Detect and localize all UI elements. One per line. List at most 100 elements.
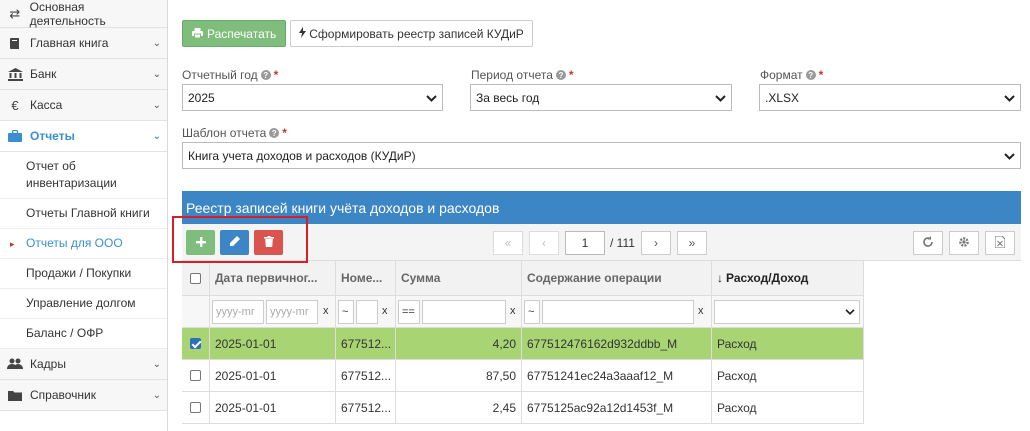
filter-cell-content: ~ x xyxy=(522,296,712,328)
generate-registry-button[interactable]: Сформировать реестр записей КУДиР xyxy=(290,20,533,47)
row-checkbox[interactable] xyxy=(190,402,201,413)
period-select[interactable]: За весь год xyxy=(470,84,732,111)
sidebar-item-reference[interactable]: Справочник ⌄ xyxy=(0,380,167,411)
required-mark: * xyxy=(818,68,824,82)
sum-filter-input[interactable] xyxy=(422,300,506,324)
column-header-type[interactable]: ↓ Расход/Доход xyxy=(712,261,864,296)
column-header-number[interactable]: Номе... xyxy=(336,261,396,296)
chevron-down-icon: ⌄ xyxy=(152,37,161,49)
chevron-down-icon xyxy=(1004,150,1015,164)
sidebar-subitem-debt-management[interactable]: Управление долгом xyxy=(0,289,167,319)
template-select[interactable]: Книга учета доходов и расходов (КУДиР) xyxy=(182,142,1021,169)
sidebar-subitem-llc-reports[interactable]: ▸ Отчеты для ООО xyxy=(0,229,167,259)
clear-filter-icon[interactable]: x xyxy=(382,305,388,317)
date-to-filter[interactable]: yyyy-mr xyxy=(266,300,318,324)
row-checkbox-cell xyxy=(182,328,210,360)
gear-icon xyxy=(958,236,970,251)
column-header-sum[interactable]: Сумма xyxy=(396,261,522,296)
sidebar-item-general-ledger[interactable]: Главная книга ⌄ xyxy=(0,28,167,59)
row-checkbox[interactable] xyxy=(190,338,201,349)
current-marker-icon: ▸ xyxy=(10,239,15,249)
clear-filter-icon[interactable]: x xyxy=(698,305,704,317)
sidebar-item-reports[interactable]: Отчеты ⌄ xyxy=(0,121,167,152)
sidebar-subitem-sales-purchases[interactable]: Продажи / Покупки xyxy=(0,259,167,289)
settings-button[interactable] xyxy=(949,231,979,255)
clear-filter-icon[interactable]: x xyxy=(323,305,329,317)
year-select[interactable]: 2025 xyxy=(182,84,443,111)
prev-page-button[interactable]: ‹ xyxy=(529,231,559,255)
reports-submenu: Отчет об инвентаризации Отчеты Главной к… xyxy=(0,152,167,349)
page-total: / 111 xyxy=(610,236,635,250)
cell-type: Расход xyxy=(712,392,864,424)
format-label: Формат ? * xyxy=(760,68,824,82)
type-filter-select[interactable] xyxy=(714,300,860,324)
sidebar-item-bank[interactable]: Банк ⌄ xyxy=(0,59,167,90)
select-all-checkbox[interactable] xyxy=(190,272,201,284)
folder-icon xyxy=(6,390,24,401)
row-checkbox-cell xyxy=(182,360,210,392)
period-label: Период отчета ? * xyxy=(471,68,574,82)
chevron-down-icon: ⌄ xyxy=(152,68,161,80)
number-filter-input[interactable] xyxy=(356,300,378,324)
cell-date: 2025-01-01 xyxy=(210,392,336,424)
highlight-frame xyxy=(172,216,308,263)
format-select[interactable]: .XLSX xyxy=(759,84,1021,111)
cell-date: 2025-01-01 xyxy=(210,328,336,360)
content-filter-input[interactable] xyxy=(542,300,694,324)
content-filter-operator[interactable]: ~ xyxy=(524,300,540,324)
column-header-content[interactable]: Содержание операции xyxy=(522,261,712,296)
chevron-down-icon xyxy=(1004,92,1015,106)
sidebar: ⇄ Основная деятельность Главная книга ⌄ … xyxy=(0,0,168,431)
help-icon[interactable]: ? xyxy=(269,128,280,138)
first-page-button[interactable]: « xyxy=(493,231,523,255)
date-from-filter[interactable]: yyyy-mr xyxy=(212,300,264,324)
sidebar-subitem-ledger-reports[interactable]: Отчеты Главной книги xyxy=(0,199,167,229)
sidebar-item-cash[interactable]: € Касса ⌄ xyxy=(0,90,167,121)
book-icon xyxy=(6,37,24,50)
help-icon[interactable]: ? xyxy=(555,70,566,80)
bank-icon xyxy=(6,67,24,81)
filter-cell-type xyxy=(712,296,864,328)
refresh-button[interactable] xyxy=(913,231,943,255)
template-label: Шаблон отчета ? * xyxy=(182,126,287,140)
sidebar-item-main-activity[interactable]: ⇄ Основная деятельность xyxy=(0,0,167,28)
number-filter-operator[interactable]: ~ xyxy=(338,300,354,324)
column-header-date[interactable]: Дата первичног... xyxy=(210,261,336,296)
export-button[interactable] xyxy=(985,231,1015,255)
chevron-down-icon xyxy=(715,92,726,106)
euro-icon: € xyxy=(11,97,19,113)
users-icon xyxy=(6,358,24,370)
year-label: Отчетный год ? * xyxy=(182,68,279,82)
filter-cell-date: yyyy-mr yyyy-mr x xyxy=(210,296,336,328)
page-number-input[interactable]: 1 xyxy=(565,231,605,255)
cell-number: 677512... xyxy=(336,328,396,360)
sum-filter-operator[interactable]: == xyxy=(398,300,420,324)
transfer-arrows-icon: ⇄ xyxy=(9,5,21,21)
cell-number: 677512... xyxy=(336,392,396,424)
cell-sum: 4,20 xyxy=(396,328,522,360)
last-page-button[interactable]: » xyxy=(677,231,707,255)
cell-date: 2025-01-01 xyxy=(210,360,336,392)
row-checkbox-cell xyxy=(182,392,210,424)
next-page-button[interactable]: › xyxy=(641,231,671,255)
help-icon[interactable]: ? xyxy=(260,70,271,80)
required-mark: * xyxy=(568,68,574,82)
chevron-down-icon: ⌄ xyxy=(152,389,161,401)
clear-filter-icon[interactable]: x xyxy=(510,305,516,317)
cell-content: 677512476162d932ddbb_M xyxy=(522,328,712,360)
cell-type: Расход xyxy=(712,360,864,392)
cell-sum: 2,45 xyxy=(396,392,522,424)
sidebar-subitem-balance[interactable]: Баланс / ОФР xyxy=(0,319,167,349)
cell-content: 67751241ec24a3aaaf12_M xyxy=(522,360,712,392)
excel-file-icon xyxy=(994,235,1006,251)
sidebar-item-hr[interactable]: Кадры ⌄ xyxy=(0,349,167,380)
sidebar-subitem-inventory-report[interactable]: Отчет об инвентаризации xyxy=(0,152,167,199)
help-icon[interactable]: ? xyxy=(805,70,816,80)
cell-content: 6775125ac92a12d1453f_M xyxy=(522,392,712,424)
report-toolbar: Распечатать Сформировать реестр записей … xyxy=(182,20,533,47)
print-button[interactable]: Распечатать xyxy=(182,20,287,47)
cell-number: 677512... xyxy=(336,360,396,392)
row-checkbox[interactable] xyxy=(190,370,201,381)
cell-type: Расход xyxy=(712,328,864,360)
cell-sum: 87,50 xyxy=(396,360,522,392)
